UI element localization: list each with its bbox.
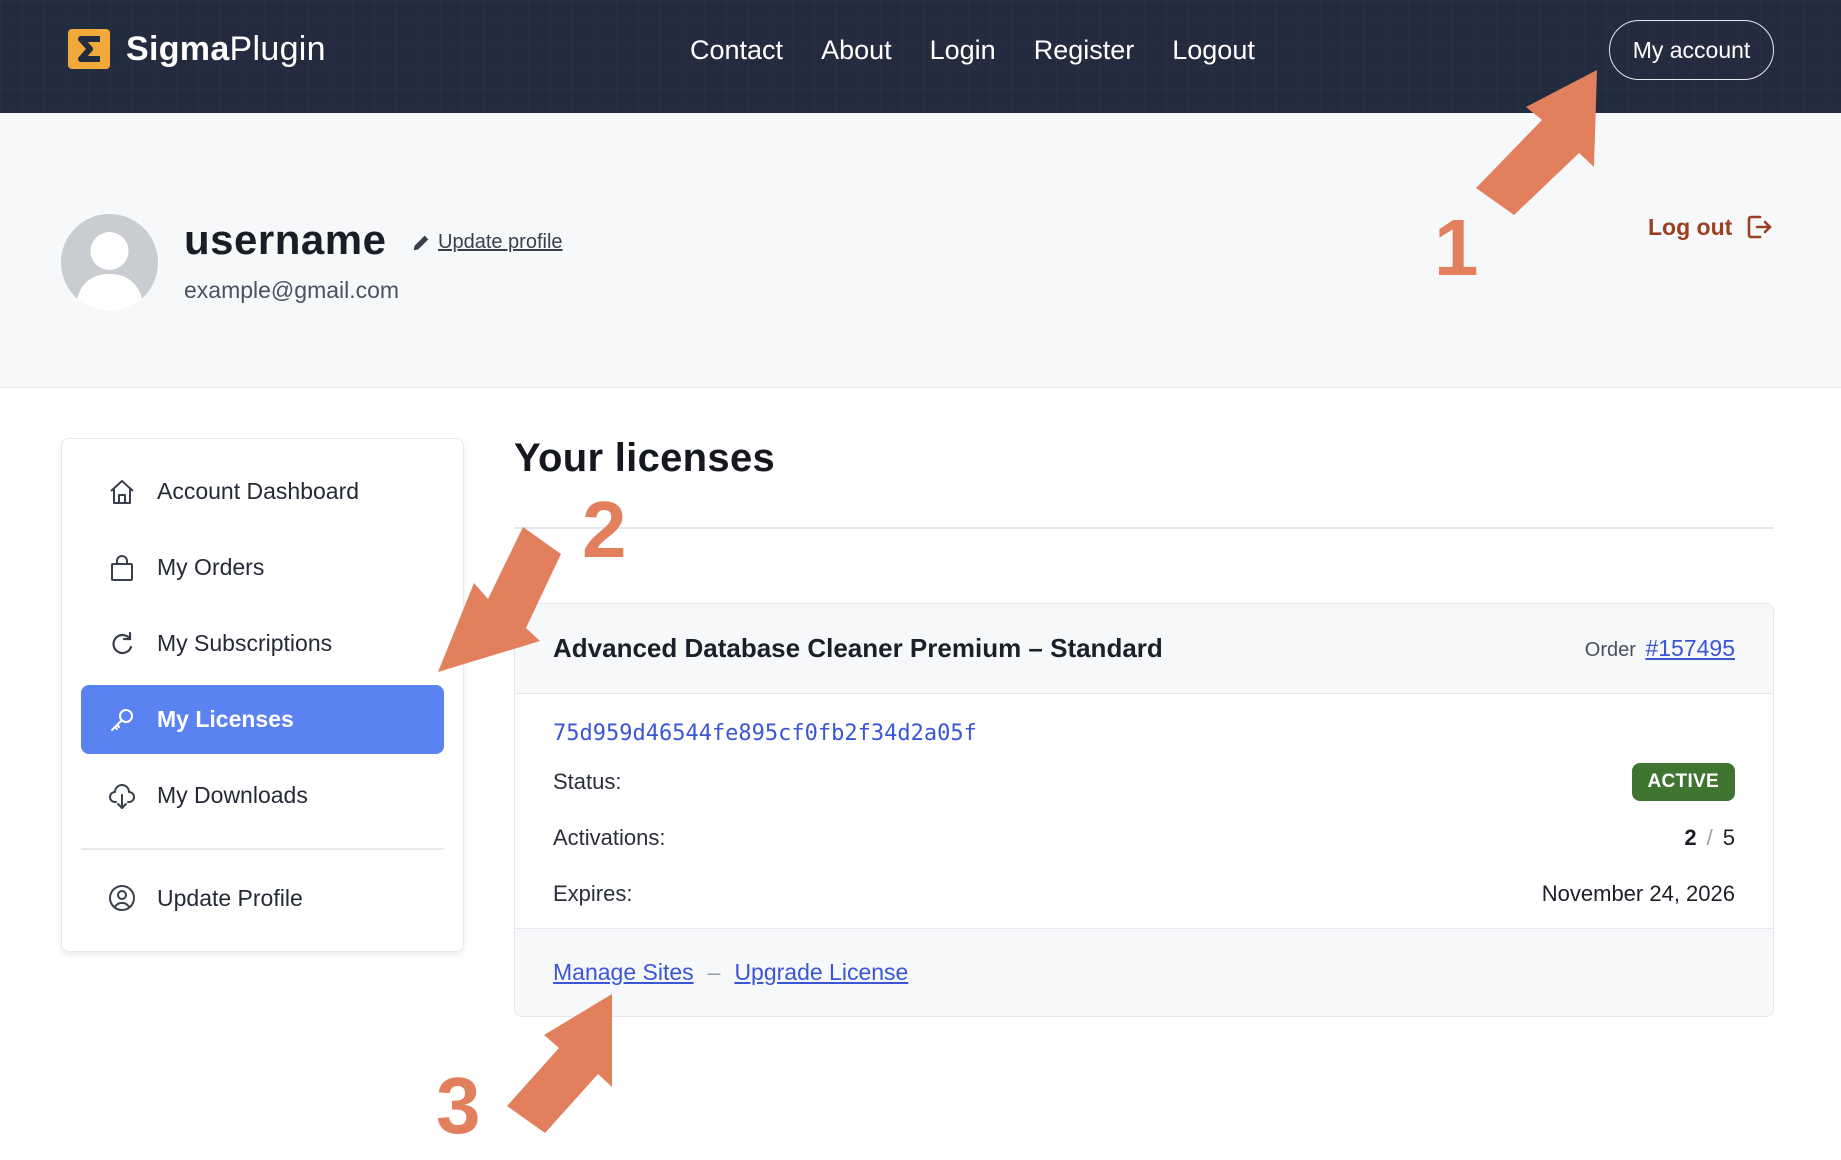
update-profile-link[interactable]: Update profile: [410, 231, 563, 254]
sidebar-label-orders: My Orders: [157, 554, 265, 580]
step-number-2: 2: [582, 485, 627, 574]
order-label: Order: [1584, 639, 1636, 661]
user-email: example@gmail.com: [184, 277, 400, 303]
sidebar-item-dashboard[interactable]: Account Dashboard: [81, 457, 444, 526]
manage-sites-link[interactable]: Manage Sites: [553, 959, 694, 986]
default-avatar-icon: [75, 232, 144, 311]
expires-label: Expires:: [553, 881, 633, 906]
sidebar-label-licenses: My Licenses: [157, 706, 294, 732]
sidebar-item-licenses[interactable]: My Licenses: [81, 685, 444, 754]
my-account-button[interactable]: My account: [1609, 20, 1774, 80]
activations-row: Activations: 2 / 5: [553, 810, 1735, 866]
log-out-label: Log out: [1648, 213, 1733, 240]
bag-icon: [111, 554, 133, 581]
sidebar-item-subscriptions[interactable]: My Subscriptions: [81, 609, 444, 678]
sidebar-label-subscriptions: My Subscriptions: [157, 630, 333, 656]
sidebar-item-downloads[interactable]: My Downloads: [81, 761, 444, 830]
activations-label: Activations:: [553, 825, 666, 850]
activations-value: 2 / 5: [1684, 825, 1735, 851]
account-sidebar: Account Dashboard My Orders My Subscript…: [61, 438, 464, 952]
site-logo[interactable]: SigmaPlugin: [66, 27, 326, 71]
license-key: 75d959d46544fe895cf0fb2f34d2a05f: [553, 721, 977, 746]
profile-header: username Update profile example@gmail.co…: [0, 113, 1841, 388]
main-nav: Contact About Login Register Logout: [690, 30, 1255, 70]
sidebar-divider: [81, 848, 444, 850]
activations-slash: /: [1706, 825, 1713, 850]
avatar: [61, 214, 158, 311]
user-circle-icon: [109, 885, 135, 911]
nav-register[interactable]: Register: [1034, 30, 1135, 70]
step-number-1: 1: [1434, 203, 1479, 292]
product-name: Advanced Database Cleaner Premium – Stan…: [553, 633, 1163, 663]
status-row: Status: ACTIVE: [553, 754, 1735, 810]
order-number-link[interactable]: #157495: [1645, 635, 1735, 661]
sidebar-label-downloads: My Downloads: [157, 782, 308, 808]
home-icon: [110, 479, 134, 504]
sigma-logo-icon: [68, 29, 110, 69]
sidebar-label-update-profile: Update Profile: [157, 884, 303, 911]
nav-login[interactable]: Login: [930, 30, 996, 70]
logout-icon: [1747, 215, 1772, 239]
expires-row: Expires: November 24, 2026: [553, 866, 1735, 922]
status-badge: ACTIVE: [1631, 763, 1735, 801]
status-label: Status:: [553, 769, 622, 794]
update-profile-label[interactable]: Update profile: [438, 231, 563, 254]
license-card: Advanced Database Cleaner Premium – Stan…: [514, 603, 1774, 1017]
footer-separator: –: [707, 959, 721, 985]
step-number-3: 3: [436, 1061, 481, 1150]
logo-text: SigmaPlugin: [126, 29, 326, 68]
refresh-icon: [112, 631, 133, 654]
nav-contact[interactable]: Contact: [690, 30, 783, 70]
upgrade-license-link[interactable]: Upgrade License: [734, 959, 908, 986]
nav-logout[interactable]: Logout: [1172, 30, 1255, 70]
username: username: [184, 216, 387, 263]
cloud-download-icon: [109, 783, 135, 809]
order-info: Order #157495: [1585, 635, 1735, 662]
nav-about[interactable]: About: [821, 30, 892, 70]
sidebar-label-dashboard: Account Dashboard: [157, 478, 360, 504]
pencil-icon: [413, 235, 429, 250]
top-navbar: SigmaPlugin Contact About Login Register…: [0, 0, 1841, 113]
license-card-header: Advanced Database Cleaner Premium – Stan…: [515, 604, 1773, 694]
sidebar-item-orders[interactable]: My Orders: [81, 533, 444, 602]
sidebar-item-update-profile[interactable]: Update Profile: [81, 864, 444, 933]
log-out-button[interactable]: Log out: [1648, 212, 1774, 242]
activations-total: 5: [1722, 825, 1735, 850]
license-card-body: 75d959d46544fe895cf0fb2f34d2a05f Status:…: [515, 694, 1773, 926]
key-icon: [111, 708, 133, 731]
license-card-footer: Manage Sites – Upgrade License: [515, 928, 1773, 1016]
title-divider: [514, 527, 1774, 529]
page-title: Your licenses: [514, 436, 776, 480]
activations-used: 2: [1684, 825, 1697, 850]
expires-value: November 24, 2026: [1541, 881, 1735, 906]
